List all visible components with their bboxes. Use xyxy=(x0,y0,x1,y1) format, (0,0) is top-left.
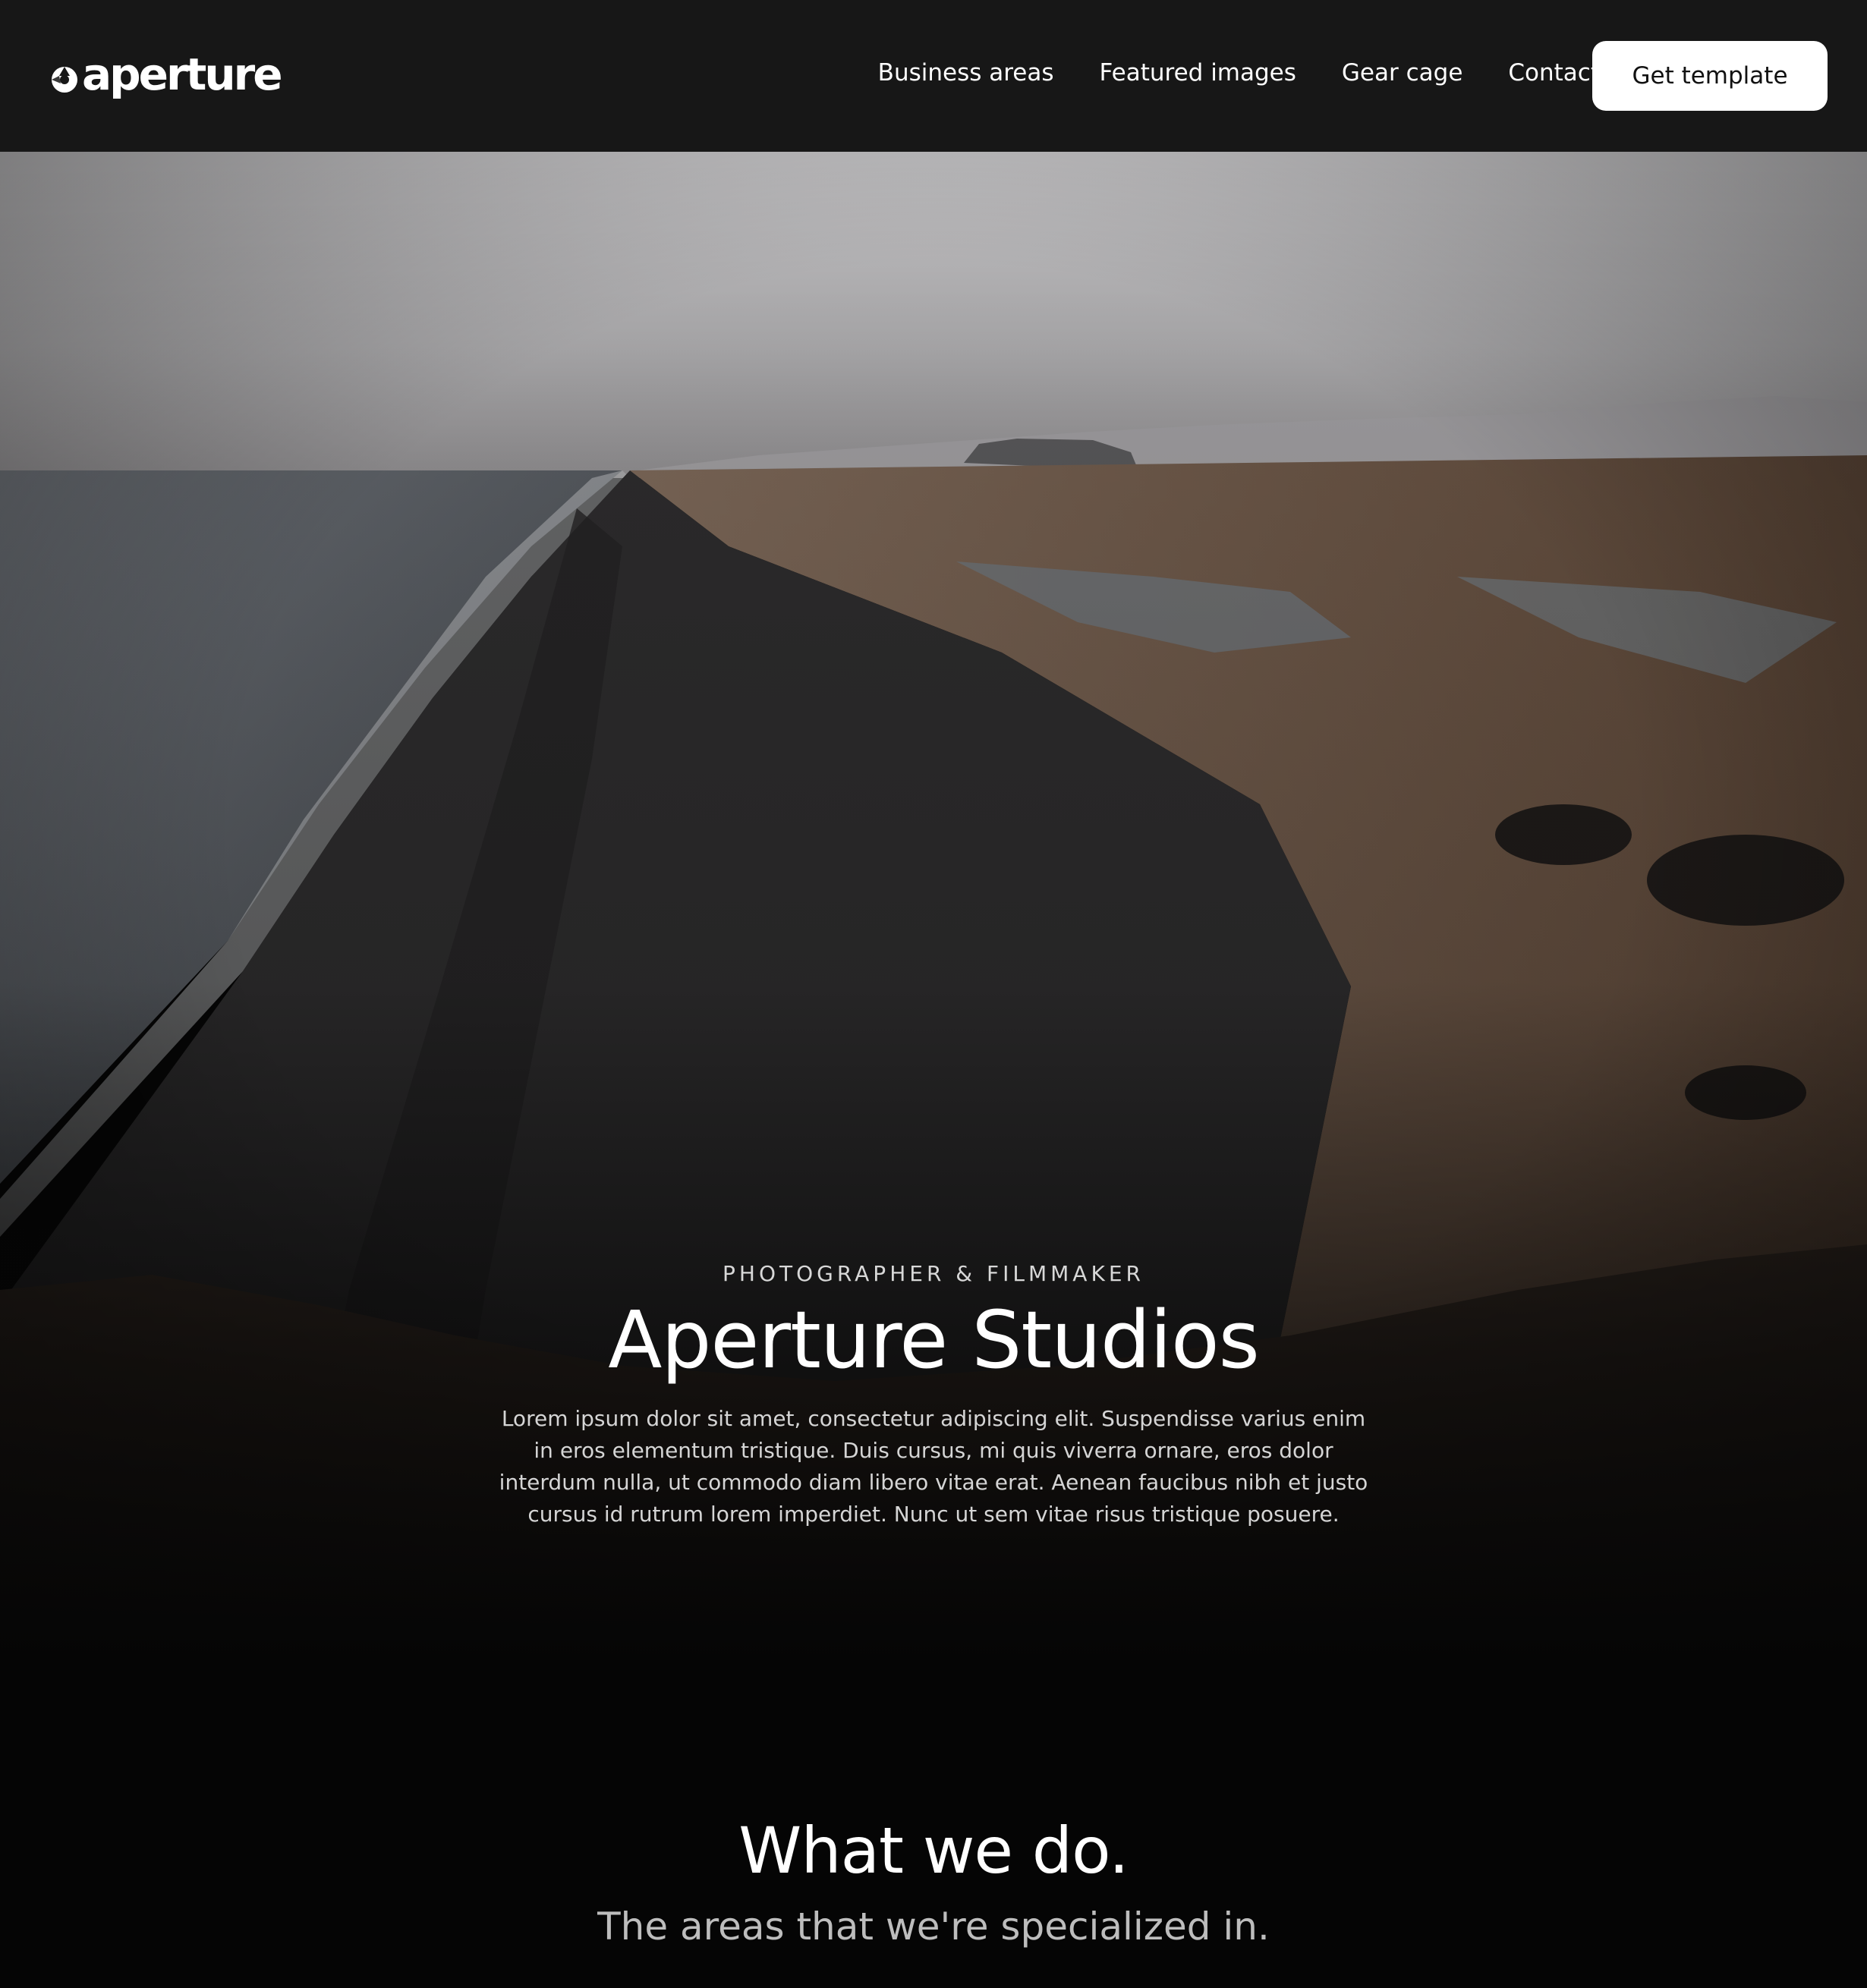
logo[interactable]: aperture xyxy=(50,47,283,102)
hero-eyebrow: PHOTOGRAPHER & FILMMAKER xyxy=(723,1261,1144,1286)
hero-title: Aperture Studios xyxy=(608,1294,1260,1386)
what-we-do-section: What we do. The areas that we're special… xyxy=(0,1662,1867,1988)
navbar: aperture Business areas Featured images … xyxy=(0,0,1867,152)
logo-text: aperture xyxy=(82,49,283,100)
nav-link-contact[interactable]: Contact xyxy=(1508,59,1600,87)
section-title: What we do. xyxy=(738,1813,1129,1888)
nav-link-featured-images[interactable]: Featured images xyxy=(1100,59,1296,87)
section-subtitle: The areas that we're specialized in. xyxy=(597,1905,1270,1949)
hero: PHOTOGRAPHER & FILMMAKER Aperture Studio… xyxy=(0,152,1867,1662)
nav-link-gear-cage[interactable]: Gear cage xyxy=(1342,59,1462,87)
hero-description: Lorem ipsum dolor sit amet, consectetur … xyxy=(499,1406,1368,1527)
get-template-button[interactable]: Get template xyxy=(1592,41,1828,111)
nav-links: Business areas Featured images Gear cage… xyxy=(878,59,1600,87)
hero-content: PHOTOGRAPHER & FILMMAKER Aperture Studio… xyxy=(0,1261,1867,1530)
aperture-logo-icon xyxy=(50,65,79,94)
nav-link-business-areas[interactable]: Business areas xyxy=(878,59,1054,87)
